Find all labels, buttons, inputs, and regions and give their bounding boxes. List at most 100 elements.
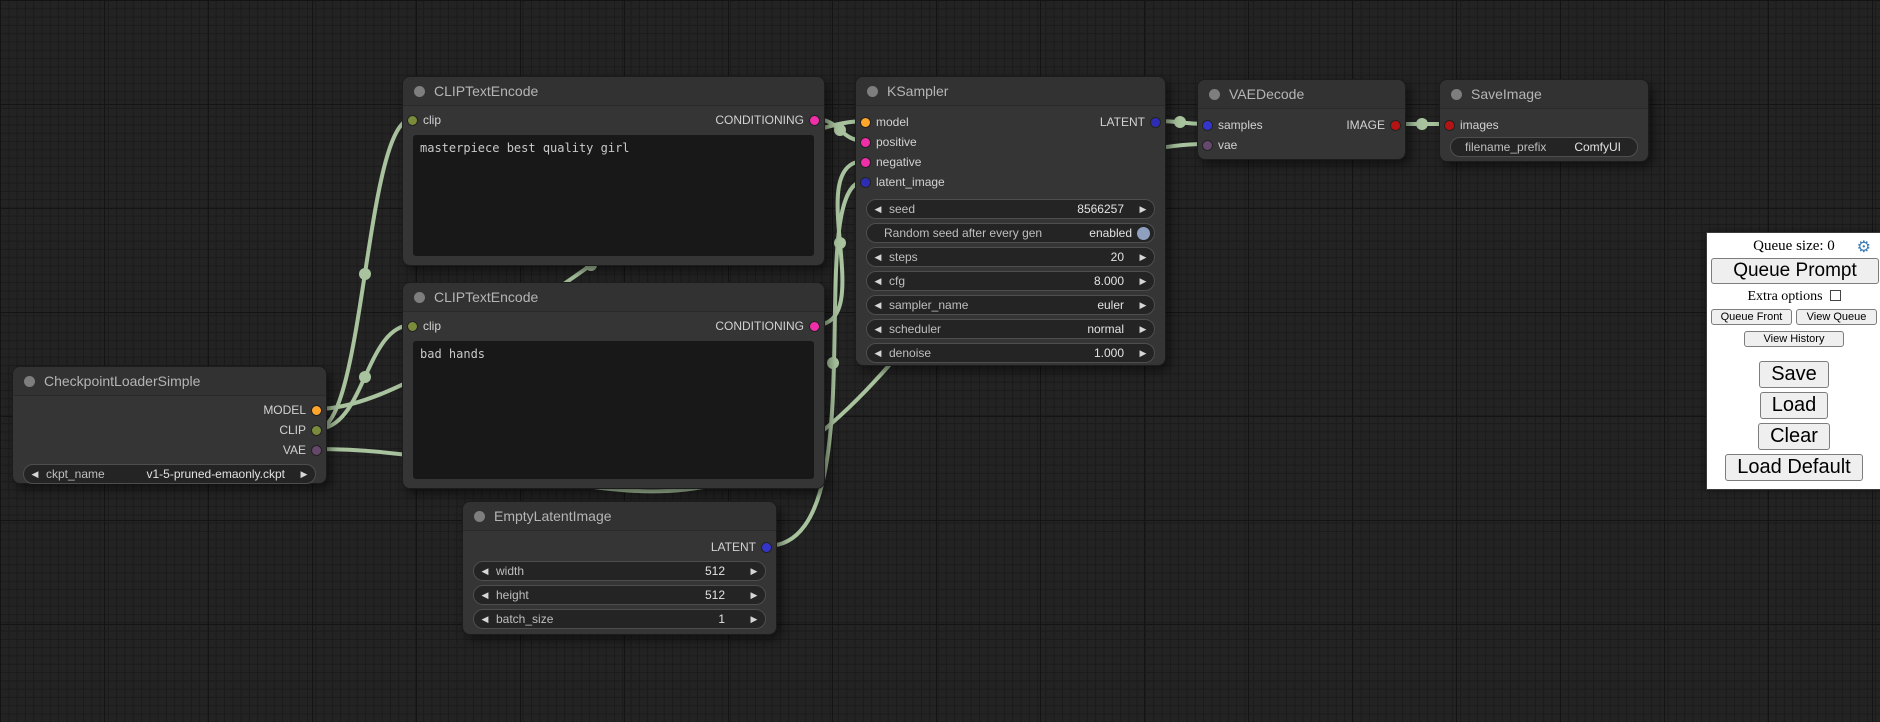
conditioning-port-dot[interactable] bbox=[810, 116, 819, 125]
widget-scheduler[interactable]: ◀ scheduler normal ▶ bbox=[866, 319, 1155, 339]
decrement-arrow-icon[interactable]: ◀ bbox=[867, 204, 889, 215]
model-port-dot[interactable] bbox=[861, 118, 870, 127]
clip-port-dot[interactable] bbox=[408, 322, 417, 331]
input-port-samples[interactable]: samples bbox=[1198, 118, 1263, 132]
widget-sampler-name[interactable]: ◀ sampler_name euler ▶ bbox=[866, 295, 1155, 315]
positive-prompt-textarea[interactable]: masterpiece best quality girl bbox=[413, 135, 814, 256]
image-port-dot[interactable] bbox=[1391, 121, 1400, 130]
vae-port-dot[interactable] bbox=[312, 446, 321, 455]
latent-port-dot[interactable] bbox=[762, 543, 771, 552]
node-title-bar[interactable]: CLIPTextEncode bbox=[403, 283, 824, 312]
increment-arrow-icon[interactable]: ▶ bbox=[1132, 252, 1154, 263]
widget-steps[interactable]: ◀ steps 20 ▶ bbox=[866, 247, 1155, 267]
widget-denoise[interactable]: ◀ denoise 1.000 ▶ bbox=[866, 343, 1155, 363]
input-port-clip[interactable]: clip bbox=[403, 113, 441, 127]
extra-options-checkbox[interactable] bbox=[1830, 290, 1841, 301]
node-title-bar[interactable]: SaveImage bbox=[1440, 80, 1648, 109]
node-vae-decode[interactable]: VAEDecode samples IMAGE vae bbox=[1197, 79, 1406, 160]
input-port-clip[interactable]: clip bbox=[403, 319, 441, 333]
widget-seed[interactable]: ◀ seed 8566257 ▶ bbox=[866, 199, 1155, 219]
negative-prompt-textarea[interactable]: bad hands bbox=[413, 341, 814, 479]
collapse-dot-icon[interactable] bbox=[474, 511, 485, 522]
increment-arrow-icon[interactable]: ▶ bbox=[743, 566, 765, 577]
widget-height[interactable]: ◀ height 512 ▶ bbox=[473, 585, 766, 605]
node-title-bar[interactable]: KSampler bbox=[856, 77, 1165, 106]
increment-arrow-icon[interactable]: ▶ bbox=[743, 590, 765, 601]
collapse-dot-icon[interactable] bbox=[867, 86, 878, 97]
output-port-latent[interactable]: LATENT bbox=[711, 540, 776, 554]
toggle-knob[interactable] bbox=[1137, 227, 1150, 240]
input-port-negative[interactable]: negative bbox=[856, 155, 921, 169]
clear-button[interactable]: Clear bbox=[1758, 423, 1830, 450]
input-port-model[interactable]: model bbox=[856, 115, 909, 129]
decrement-arrow-icon[interactable]: ◀ bbox=[867, 324, 889, 335]
conditioning-port-dot[interactable] bbox=[861, 138, 870, 147]
collapse-dot-icon[interactable] bbox=[1451, 89, 1462, 100]
increment-arrow-icon[interactable]: ▶ bbox=[1132, 276, 1154, 287]
view-history-button[interactable]: View History bbox=[1744, 331, 1844, 347]
decrement-arrow-icon[interactable]: ◀ bbox=[474, 566, 496, 577]
output-port-model[interactable]: MODEL bbox=[263, 403, 326, 417]
node-title-bar[interactable]: VAEDecode bbox=[1198, 80, 1405, 109]
widget-ckpt-name[interactable]: ◀ ckpt_name v1-5-pruned-emaonly.ckpt ▶ bbox=[23, 464, 316, 484]
node-title-bar[interactable]: EmptyLatentImage bbox=[463, 502, 776, 531]
node-checkpoint-loader[interactable]: CheckpointLoaderSimple MODEL CLIP VAE ◀ … bbox=[12, 366, 327, 484]
conditioning-port-dot[interactable] bbox=[810, 322, 819, 331]
view-queue-button[interactable]: View Queue bbox=[1796, 309, 1877, 325]
decrement-arrow-icon[interactable]: ◀ bbox=[867, 348, 889, 359]
node-title-bar[interactable]: CheckpointLoaderSimple bbox=[13, 367, 326, 396]
queue-prompt-button[interactable]: Queue Prompt bbox=[1711, 258, 1879, 284]
node-save-image[interactable]: SaveImage images filename_prefix ComfyUI bbox=[1439, 79, 1649, 162]
vae-port-dot[interactable] bbox=[1203, 141, 1212, 150]
decrement-arrow-icon[interactable]: ◀ bbox=[867, 300, 889, 311]
save-button[interactable]: Save bbox=[1759, 361, 1829, 388]
image-port-dot[interactable] bbox=[1445, 121, 1454, 130]
output-port-image[interactable]: IMAGE bbox=[1346, 118, 1405, 132]
decrement-arrow-icon[interactable]: ◀ bbox=[867, 276, 889, 287]
increment-arrow-icon[interactable]: ▶ bbox=[1132, 348, 1154, 359]
output-port-vae[interactable]: VAE bbox=[283, 443, 326, 457]
node-graph-canvas[interactable]: CheckpointLoaderSimple MODEL CLIP VAE ◀ … bbox=[0, 0, 1880, 722]
decrement-arrow-icon[interactable]: ◀ bbox=[867, 252, 889, 263]
node-title-bar[interactable]: CLIPTextEncode bbox=[403, 77, 824, 106]
increment-arrow-icon[interactable]: ▶ bbox=[1132, 324, 1154, 335]
collapse-dot-icon[interactable] bbox=[414, 86, 425, 97]
output-port-conditioning[interactable]: CONDITIONING bbox=[715, 113, 824, 127]
widget-width[interactable]: ◀ width 512 ▶ bbox=[473, 561, 766, 581]
latent-port-dot[interactable] bbox=[1151, 118, 1160, 127]
widget-random-seed-toggle[interactable]: Random seed after every gen enabled bbox=[866, 223, 1155, 243]
input-port-images[interactable]: images bbox=[1440, 118, 1499, 132]
model-port-dot[interactable] bbox=[312, 406, 321, 415]
widget-cfg[interactable]: ◀ cfg 8.000 ▶ bbox=[866, 271, 1155, 291]
latent-port-dot[interactable] bbox=[1203, 121, 1212, 130]
node-empty-latent-image[interactable]: EmptyLatentImage LATENT ◀ width 512 ▶ ◀ … bbox=[462, 501, 777, 635]
decrement-arrow-icon[interactable]: ◀ bbox=[474, 590, 496, 601]
queue-front-button[interactable]: Queue Front bbox=[1711, 309, 1792, 325]
settings-gear-icon[interactable]: ⚙ bbox=[1857, 237, 1871, 257]
widget-filename-prefix[interactable]: filename_prefix ComfyUI bbox=[1450, 137, 1638, 157]
output-port-latent[interactable]: LATENT bbox=[1100, 115, 1165, 129]
widget-batch-size[interactable]: ◀ batch_size 1 ▶ bbox=[473, 609, 766, 629]
node-clip-text-encode-negative[interactable]: CLIPTextEncode clip CONDITIONING bad han… bbox=[402, 282, 825, 489]
increment-arrow-icon[interactable]: ▶ bbox=[1132, 300, 1154, 311]
latent-port-dot[interactable] bbox=[861, 178, 870, 187]
output-port-conditioning[interactable]: CONDITIONING bbox=[715, 319, 824, 333]
increment-arrow-icon[interactable]: ▶ bbox=[1132, 204, 1154, 215]
input-port-latent-image[interactable]: latent_image bbox=[856, 175, 945, 189]
input-port-vae[interactable]: vae bbox=[1198, 138, 1237, 152]
load-button[interactable]: Load bbox=[1760, 392, 1829, 419]
increment-arrow-icon[interactable]: ▶ bbox=[293, 469, 315, 480]
clip-port-dot[interactable] bbox=[408, 116, 417, 125]
node-ksampler[interactable]: KSampler LATENT model positive negative … bbox=[855, 76, 1166, 366]
load-default-button[interactable]: Load Default bbox=[1725, 454, 1862, 481]
collapse-dot-icon[interactable] bbox=[24, 376, 35, 387]
decrement-arrow-icon[interactable]: ◀ bbox=[24, 469, 46, 480]
increment-arrow-icon[interactable]: ▶ bbox=[743, 614, 765, 625]
input-port-positive[interactable]: positive bbox=[856, 135, 917, 149]
node-clip-text-encode-positive[interactable]: CLIPTextEncode clip CONDITIONING masterp… bbox=[402, 76, 825, 266]
collapse-dot-icon[interactable] bbox=[1209, 89, 1220, 100]
output-port-clip[interactable]: CLIP bbox=[279, 423, 326, 437]
conditioning-port-dot[interactable] bbox=[861, 158, 870, 167]
collapse-dot-icon[interactable] bbox=[414, 292, 425, 303]
decrement-arrow-icon[interactable]: ◀ bbox=[474, 614, 496, 625]
